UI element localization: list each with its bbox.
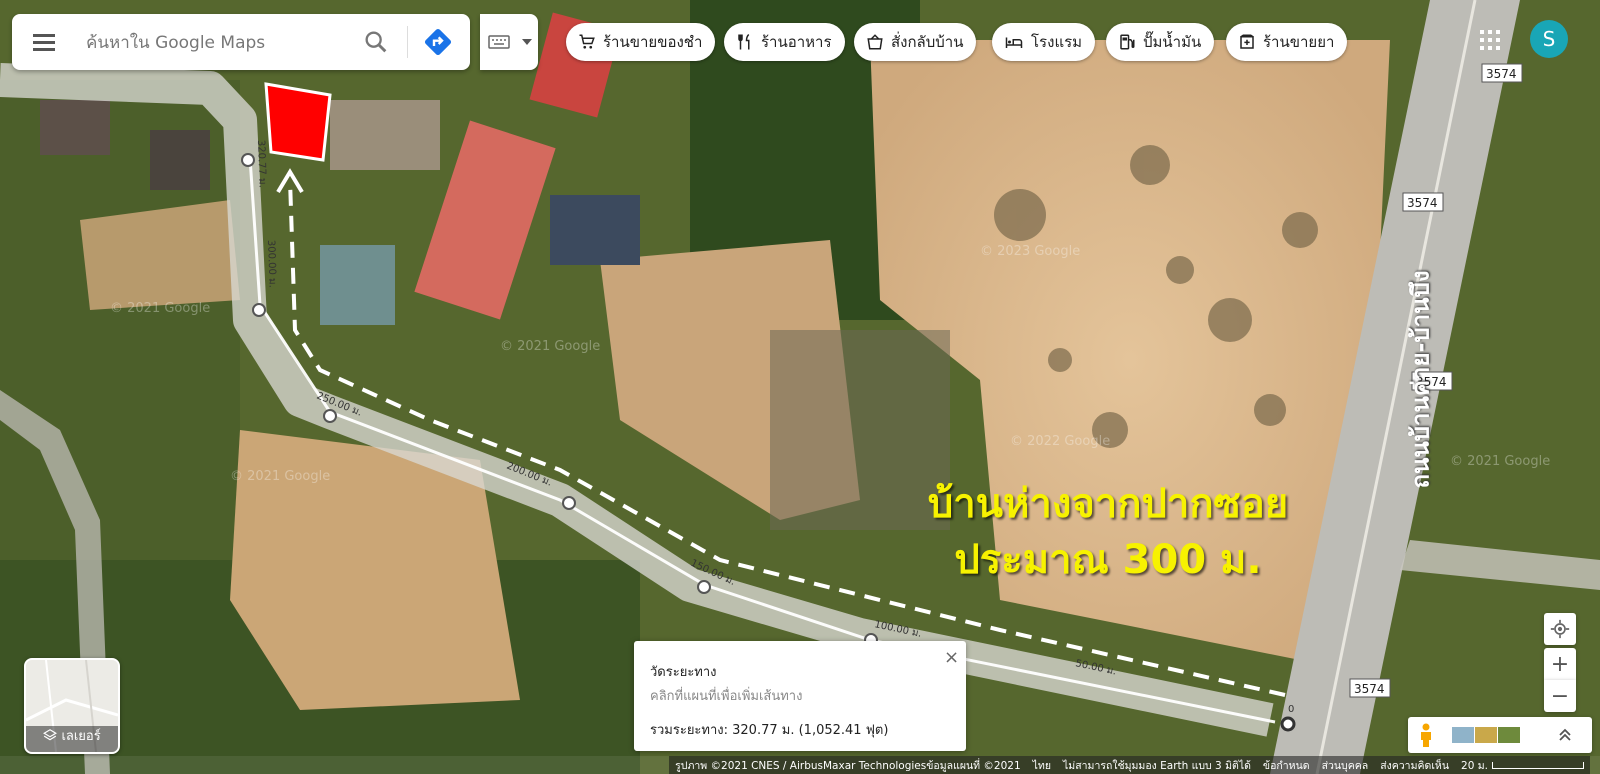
map-watermark: © 2021 Google — [110, 301, 210, 316]
layers-label: เลเยอร์ — [26, 725, 118, 746]
annotation-line-1: บ้านห่างจากปากซอย — [927, 481, 1289, 527]
route-shield: 3574 — [1486, 67, 1517, 81]
gas-icon — [1120, 34, 1135, 50]
map-watermark: © 2021 Google — [230, 469, 330, 484]
imagery-thumb-2 — [1475, 727, 1497, 743]
chip-pharmacy[interactable]: ร้านขายยา — [1226, 23, 1348, 61]
pharmacy-icon — [1240, 34, 1254, 49]
chip-groceries[interactable]: ร้านขายของชำ — [566, 23, 716, 61]
chip-label: สั่งกลับบ้าน — [891, 33, 964, 51]
utensils-icon — [738, 33, 750, 50]
apps-button[interactable] — [1478, 28, 1502, 52]
imagery-thumbnails[interactable] — [1452, 727, 1520, 743]
cart-icon — [579, 34, 595, 49]
chip-label: ร้านขายยา — [1263, 33, 1335, 51]
account-avatar[interactable]: S — [1530, 20, 1568, 58]
map-watermark: © 2021 Google — [500, 339, 600, 354]
measure-total: รวมระยะทาง: 320.77 ม. (1,052.41 ฟุต) — [650, 723, 889, 738]
scale-bar — [1492, 761, 1584, 769]
chip-hotels[interactable]: โรงแรม — [992, 23, 1096, 61]
road-name-label: ถนนบ้านค่าย-บ้านบึง — [1406, 270, 1435, 489]
chip-label: ร้านอาหาร — [761, 33, 832, 51]
route-shield: 3574 — [1354, 682, 1385, 696]
input-tools-button[interactable] — [480, 14, 538, 70]
pegman-icon[interactable] — [1418, 723, 1434, 747]
search-icon — [365, 31, 387, 53]
directions-icon — [424, 28, 452, 56]
zoom-in-button[interactable]: + — [1544, 648, 1576, 680]
bed-icon — [1005, 37, 1023, 48]
chevron-up-icon[interactable] — [1558, 728, 1572, 742]
feedback-link[interactable]: ส่งความคิดเห็น — [1380, 757, 1449, 774]
imagery-thumb-3 — [1498, 727, 1520, 743]
property-marker — [264, 82, 332, 162]
map-footer: รูปภาพ ©2021 CNES / AirbusMaxar Technolo… — [0, 756, 1600, 774]
route-shield: 3574 — [1407, 196, 1438, 210]
distance-label-300: 300.00 ม. — [265, 240, 278, 288]
plus-icon: + — [1550, 651, 1570, 677]
imagery-toolbar — [1408, 717, 1592, 753]
chip-label: โรงแรม — [1031, 33, 1083, 51]
imagery-thumb-1 — [1452, 727, 1474, 743]
minus-icon: − — [1550, 683, 1570, 709]
distance-annotation: บ้านห่างจากปากซอย ประมาณ 300 ม. — [888, 476, 1328, 588]
map-watermark: © 2023 Google — [980, 244, 1080, 259]
chip-gas[interactable]: ปั๊มน้ำมัน — [1106, 23, 1215, 61]
earth-3d-notice[interactable]: ไม่สามารถใช้มุมมอง Earth แบบ 3 มิติได้ — [1063, 757, 1251, 774]
my-location-button[interactable] — [1544, 613, 1576, 645]
chip-takeout[interactable]: สั่งกลับบ้าน — [854, 23, 977, 61]
chip-restaurants[interactable]: ร้านอาหาร — [724, 23, 845, 61]
chevron-down-icon — [522, 39, 532, 45]
language-link[interactable]: ไทย — [1033, 757, 1051, 774]
measure-distance-card: วัดระยะทาง คลิกที่แผนที่เพื่อเพิ่มเส้นทา… — [634, 641, 966, 751]
layers-button[interactable]: เลเยอร์ — [24, 658, 120, 754]
search-input[interactable] — [84, 26, 348, 60]
chip-label: ร้านขายของชำ — [603, 33, 703, 51]
keyboard-icon — [488, 35, 510, 49]
my-location-icon — [1550, 619, 1570, 639]
layers-icon — [43, 729, 58, 741]
avatar-initial: S — [1542, 27, 1556, 51]
measure-hint: คลิกที่แผนที่เพื่อเพิ่มเส้นทาง — [650, 689, 803, 704]
measure-title: วัดระยะทาง — [650, 665, 717, 680]
apps-grid-icon — [1480, 30, 1500, 50]
menu-button[interactable] — [30, 30, 58, 54]
distance-label-320: 320.77 ม. — [255, 140, 268, 188]
map-watermark: © 2022 Google — [1010, 434, 1110, 449]
privacy-link[interactable]: ส่วนบุคคล — [1322, 757, 1369, 774]
scale-label[interactable]: 20 ม. — [1461, 757, 1488, 774]
terms-link[interactable]: ข้อกำหนด — [1263, 757, 1310, 774]
distance-label-0: 0 — [1288, 704, 1294, 715]
close-icon[interactable]: × — [944, 647, 959, 668]
search-button[interactable] — [362, 28, 390, 56]
imagery-attribution: รูปภาพ ©2021 CNES / AirbusMaxar Technolo… — [675, 759, 1021, 772]
footer-links: รูปภาพ ©2021 CNES / AirbusMaxar Technolo… — [669, 756, 1590, 774]
search-divider — [407, 26, 408, 58]
chip-label: ปั๊มน้ำมัน — [1143, 33, 1202, 51]
annotation-line-2: ประมาณ 300 ม. — [954, 537, 1262, 583]
takeout-icon — [867, 34, 883, 50]
zoom-out-button[interactable]: − — [1544, 680, 1576, 712]
search-box — [12, 14, 470, 70]
directions-button[interactable] — [422, 26, 454, 58]
map-watermark: © 2021 Google — [1450, 454, 1550, 469]
